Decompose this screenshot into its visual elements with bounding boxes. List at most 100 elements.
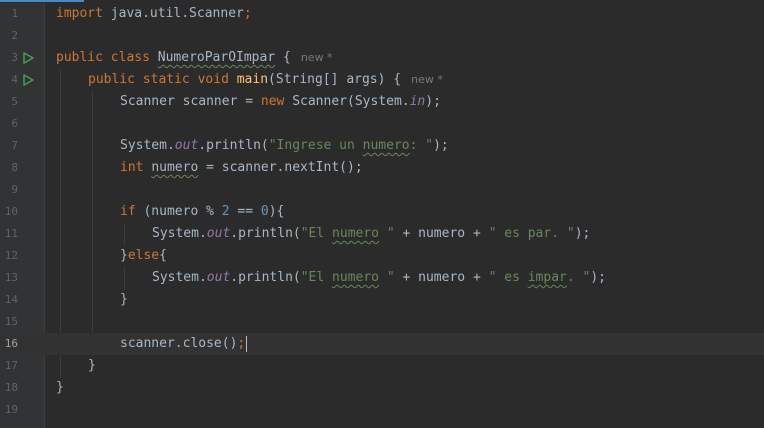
code-text: ); — [433, 138, 449, 153]
static-field: out — [206, 270, 231, 285]
number-literal: 2 — [221, 204, 230, 219]
keyword: static — [142, 72, 190, 87]
code-text: ); — [590, 270, 607, 285]
code-text: ){ — [268, 204, 285, 219]
inlay-hint[interactable]: new * — [411, 73, 443, 86]
code-text: (numero % — [135, 204, 222, 219]
line-number: 18 — [4, 381, 18, 394]
string-literal: . " — [566, 270, 591, 285]
brace: } — [120, 248, 128, 263]
variable-name: numero — [151, 160, 199, 175]
keyword: new — [260, 94, 285, 109]
code-text: Scanner scanner = — [120, 94, 261, 109]
code-line[interactable]: 17 } — [0, 355, 764, 377]
line-number: 15 — [4, 315, 18, 328]
code-line[interactable]: 4 public static void main(String[] args)… — [0, 69, 764, 91]
string-literal: numero — [332, 226, 380, 241]
string-literal: " es par. " — [488, 226, 575, 241]
number-literal: 0 — [260, 204, 269, 219]
code-line[interactable]: 9 — [0, 179, 764, 201]
code-line[interactable]: 11 System.out.println("El numero " + num… — [0, 223, 764, 245]
import-path: java.util.Scanner — [102, 6, 244, 21]
code-line[interactable]: 3 public class NumeroParOImpar {new * — [0, 47, 764, 69]
line-number: 10 — [4, 205, 18, 218]
line-number: 13 — [4, 271, 18, 284]
text-caret — [246, 335, 248, 352]
line-number: 14 — [4, 293, 18, 306]
class-name: NumeroParOImpar — [157, 50, 276, 65]
tab-strip — [0, 0, 764, 2]
line-number: 6 — [11, 117, 18, 130]
line-number: 9 — [11, 183, 18, 196]
string-literal: " — [379, 270, 395, 285]
code-editor[interactable]: 1 import java.util.Scanner; 2 3 public c… — [0, 0, 764, 428]
string-literal: "Ingrese un — [268, 138, 363, 153]
string-literal: "El — [300, 226, 333, 241]
code-line[interactable]: 14 } — [0, 289, 764, 311]
code-text: .println( — [230, 226, 301, 241]
code-line[interactable]: 1 import java.util.Scanner; — [0, 3, 764, 25]
code-text: + numero + — [394, 226, 489, 241]
string-literal: " — [379, 226, 395, 241]
brace: } — [56, 380, 64, 395]
brace: } — [88, 358, 96, 373]
code-text: == — [229, 204, 261, 219]
static-field: out — [206, 226, 231, 241]
semicolon: ; — [243, 6, 252, 21]
code-text: ); — [425, 94, 441, 109]
line-number: 11 — [4, 227, 18, 240]
code-text: .println( — [230, 270, 301, 285]
line-number: 5 — [11, 95, 18, 108]
code-line[interactable]: 19 — [0, 399, 764, 421]
code-text: .println( — [198, 138, 269, 153]
code-line[interactable]: 13 System.out.println("El numero " + num… — [0, 267, 764, 289]
code-line[interactable]: 5 Scanner scanner = new Scanner(System.i… — [0, 91, 764, 113]
inlay-hint[interactable]: new * — [301, 51, 333, 64]
current-code-line[interactable]: 16 scanner.close(); — [0, 333, 764, 355]
line-number: 3 — [11, 51, 18, 64]
keyword: import — [56, 6, 103, 21]
line-number: 16 — [4, 337, 18, 350]
method-name: main — [236, 72, 269, 87]
line-number: 2 — [11, 29, 18, 42]
code-text: scanner.close() — [120, 336, 238, 351]
line-number: 8 — [11, 161, 18, 174]
static-field: in — [409, 94, 426, 109]
string-literal: " es — [488, 270, 528, 285]
code-text: ); — [574, 226, 591, 241]
static-field: out — [174, 138, 199, 153]
code-text: = scanner.nextInt(); — [198, 160, 363, 175]
code-line[interactable]: 10 if (numero % 2 == 0){ — [0, 201, 764, 223]
code-line[interactable]: 18 } — [0, 377, 764, 399]
keyword: void — [197, 72, 229, 87]
brace: { — [159, 248, 167, 263]
string-literal: numero — [362, 138, 410, 153]
code-text: + numero + — [394, 270, 489, 285]
string-literal: : " — [409, 138, 434, 153]
code-line[interactable]: 2 — [0, 25, 764, 47]
line-number: 17 — [4, 359, 18, 372]
run-class-icon[interactable] — [22, 52, 34, 64]
code-line[interactable]: 12 }else{ — [0, 245, 764, 267]
keyword: else — [127, 248, 160, 263]
code-text: System. — [152, 270, 207, 285]
code-line[interactable]: 7 System.out.println("Ingrese un numero:… — [0, 135, 764, 157]
keyword: int — [120, 160, 144, 175]
code-line[interactable]: 8 int numero = scanner.nextInt(); — [0, 157, 764, 179]
line-number: 19 — [4, 403, 18, 416]
code-text: System. — [152, 226, 207, 241]
string-literal: numero — [332, 270, 380, 285]
keyword: class — [110, 50, 150, 65]
code-text: Scanner(System. — [284, 94, 410, 109]
keyword: public — [88, 72, 135, 87]
parameters: (String[] args) { — [268, 72, 402, 87]
line-number: 12 — [4, 249, 18, 262]
line-number: 1 — [11, 7, 18, 20]
string-literal: "El — [300, 270, 333, 285]
brace: } — [120, 292, 128, 307]
code-line[interactable]: 6 — [0, 113, 764, 135]
string-literal: impar — [527, 270, 567, 285]
keyword: if — [120, 204, 136, 219]
code-line[interactable]: 15 — [0, 311, 764, 333]
run-main-icon[interactable] — [22, 74, 34, 86]
